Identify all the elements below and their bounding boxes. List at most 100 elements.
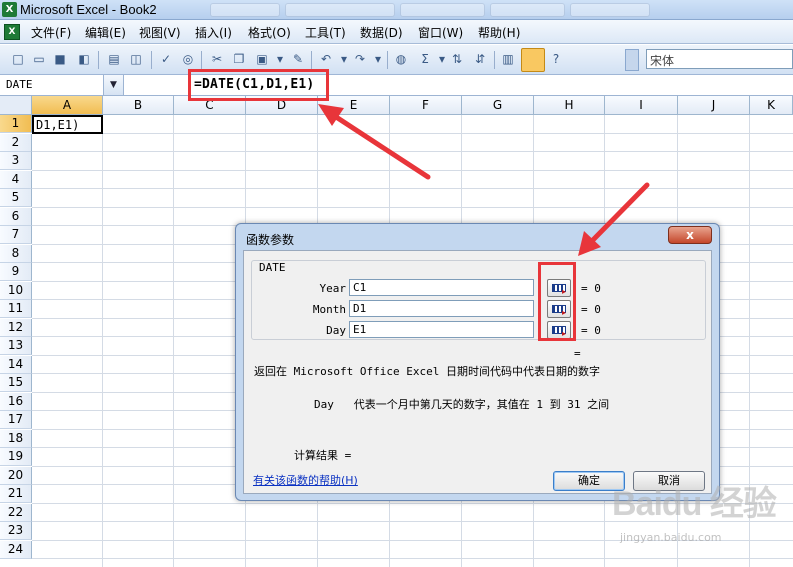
format-painter-icon[interactable]: ✎: [290, 51, 306, 67]
research-icon[interactable]: ◎: [180, 51, 196, 67]
autosum-icon[interactable]: Σ: [417, 51, 433, 67]
row-header-24[interactable]: 24: [0, 540, 32, 559]
row-header-13[interactable]: 13: [0, 337, 32, 355]
close-button[interactable]: x: [668, 226, 712, 244]
column-header-k[interactable]: K: [750, 96, 793, 115]
background-tab: [570, 3, 650, 17]
row-header-21[interactable]: 21: [0, 485, 32, 503]
hyperlink-icon[interactable]: ◍: [393, 51, 409, 67]
menu-file[interactable]: 文件(F): [31, 24, 71, 41]
column-header-i[interactable]: I: [605, 96, 678, 115]
dialog-title: 函数参数: [246, 233, 295, 247]
year-result: = 0: [581, 282, 601, 295]
sort-ascending-icon[interactable]: ⇅: [449, 51, 465, 67]
row-header-11[interactable]: 11: [0, 300, 32, 318]
function-arguments-dialog: 函数参数 x DATE Year C1 ▸ = 0 Month D1 ▸ = 0…: [235, 223, 720, 501]
select-all-corner[interactable]: [0, 96, 32, 115]
column-header-f[interactable]: F: [390, 96, 462, 115]
paste-dropdown-icon[interactable]: ▾: [272, 51, 288, 67]
column-header-b[interactable]: B: [103, 96, 174, 115]
row-header-2[interactable]: 2: [0, 133, 32, 152]
background-tab: [285, 3, 395, 17]
menu-insert[interactable]: 插入(I): [195, 24, 232, 41]
column-header-h[interactable]: H: [534, 96, 605, 115]
column-header-a[interactable]: A: [32, 96, 103, 115]
menu-bar: X 文件(F) 编辑(E) 视图(V) 插入(I) 格式(O) 工具(T) 数据…: [0, 20, 793, 44]
gridline-horizontal: [32, 169, 793, 171]
font-name-box[interactable]: 宋体: [646, 49, 793, 69]
autosum-dropdown-icon[interactable]: ▾: [434, 51, 450, 67]
month-result: = 0: [581, 303, 601, 316]
toolbar-overflow-handle[interactable]: [625, 49, 639, 71]
day-label: Day: [326, 324, 346, 337]
row-header-20[interactable]: 20: [0, 466, 32, 485]
menu-view[interactable]: 视图(V): [139, 24, 181, 41]
undo-dropdown-icon[interactable]: ▾: [336, 51, 352, 67]
row-header-22[interactable]: 22: [0, 503, 32, 522]
paste-icon[interactable]: ▣: [254, 51, 270, 67]
menu-edit[interactable]: 编辑(E): [85, 24, 126, 41]
toolbar-separator: [201, 51, 202, 69]
menu-window[interactable]: 窗口(W): [418, 24, 463, 41]
toolbar-separator: [98, 51, 99, 69]
print-preview-icon[interactable]: ◫: [128, 51, 144, 67]
row-header-19[interactable]: 19: [0, 448, 32, 466]
row-header-1[interactable]: 1: [0, 115, 32, 133]
help-icon[interactable]: ?: [548, 51, 564, 67]
row-header-9[interactable]: 9: [0, 263, 32, 281]
undo-icon[interactable]: ↶: [318, 51, 334, 67]
workbook-icon[interactable]: X: [4, 24, 20, 40]
row-header-18[interactable]: 18: [0, 429, 32, 448]
year-label: Year: [319, 282, 347, 295]
copy-icon[interactable]: ❐: [231, 51, 247, 67]
sort-descending-icon[interactable]: ⇵: [472, 51, 488, 67]
redo-dropdown-icon[interactable]: ▾: [370, 51, 386, 67]
row-header-7[interactable]: 7: [0, 226, 32, 244]
chart-wizard-icon[interactable]: ▥: [500, 51, 516, 67]
row-header-12[interactable]: 12: [0, 318, 32, 337]
column-header-j[interactable]: J: [678, 96, 750, 115]
open-icon[interactable]: ▭: [31, 51, 47, 67]
name-box[interactable]: DATE: [0, 75, 104, 95]
menu-format[interactable]: 格式(O): [248, 24, 291, 41]
menu-data[interactable]: 数据(D): [360, 24, 403, 41]
watermark-url: jingyan.baidu.com: [620, 531, 722, 544]
spelling-icon[interactable]: ✓: [158, 51, 174, 67]
background-tab: [490, 3, 565, 17]
chevron-down-icon[interactable]: ▼: [104, 75, 124, 95]
redo-icon[interactable]: ↷: [352, 51, 368, 67]
excel-icon: X: [2, 2, 17, 17]
row-header-8[interactable]: 8: [0, 244, 32, 263]
row-header-15[interactable]: 15: [0, 374, 32, 392]
year-input[interactable]: C1: [349, 279, 534, 296]
function-help-link[interactable]: 有关该函数的帮助(H): [253, 472, 358, 488]
gridline-horizontal: [32, 206, 793, 208]
row-header-16[interactable]: 16: [0, 392, 32, 411]
row-header-10[interactable]: 10: [0, 281, 32, 300]
row-header-17[interactable]: 17: [0, 411, 32, 429]
row-header-4[interactable]: 4: [0, 170, 32, 189]
row-header-3[interactable]: 3: [0, 152, 32, 170]
toolbar-separator: [151, 51, 152, 69]
row-header-5[interactable]: 5: [0, 189, 32, 207]
menu-help[interactable]: 帮助(H): [478, 24, 520, 41]
row-header-23[interactable]: 23: [0, 522, 32, 540]
row-header-14[interactable]: 14: [0, 355, 32, 374]
cut-icon[interactable]: ✂: [209, 51, 225, 67]
column-header-g[interactable]: G: [462, 96, 534, 115]
permission-icon[interactable]: ◧: [76, 51, 92, 67]
cell-a1[interactable]: D1,E1): [32, 115, 103, 134]
menu-tools[interactable]: 工具(T): [305, 24, 346, 41]
month-label: Month: [312, 303, 346, 316]
print-icon[interactable]: ▤: [106, 51, 122, 67]
dialog-body: DATE Year C1 ▸ = 0 Month D1 ▸ = 0 Day E1…: [243, 250, 712, 494]
baidu-logo: Baidu 经验: [612, 485, 777, 523]
drawing-toggle-icon[interactable]: [521, 48, 545, 72]
new-icon[interactable]: □: [10, 51, 26, 67]
month-input[interactable]: D1: [349, 300, 534, 317]
day-result: = 0: [581, 324, 601, 337]
row-header-6[interactable]: 6: [0, 207, 32, 226]
title-bar: X Microsoft Excel - Book2: [0, 0, 793, 20]
save-icon[interactable]: ■: [52, 51, 68, 67]
day-input[interactable]: E1: [349, 321, 534, 338]
